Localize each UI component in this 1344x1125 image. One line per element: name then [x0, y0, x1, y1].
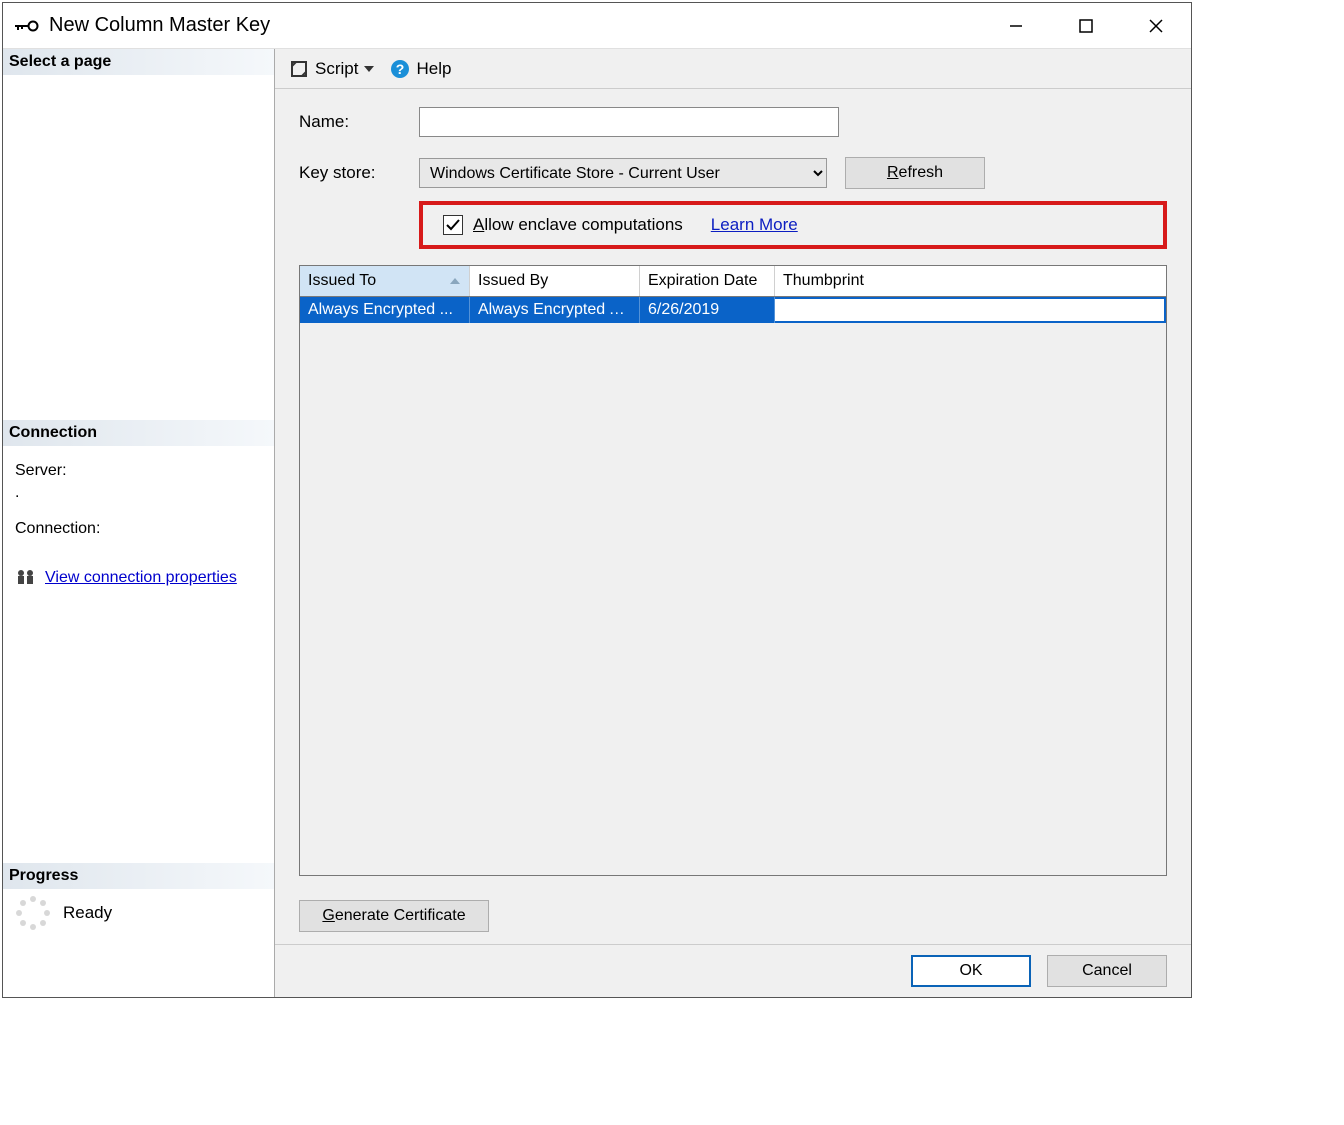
generate-certificate-button[interactable]: Generate Certificate — [299, 900, 489, 932]
ok-button[interactable]: OK — [911, 955, 1031, 987]
progress-header: Progress — [3, 863, 274, 889]
refresh-button[interactable]: Refresh — [845, 157, 985, 189]
allow-enclave-checkbox[interactable] — [443, 215, 463, 235]
grid-header: Issued To Issued By Expiration Date Thum… — [300, 266, 1166, 297]
toolbar: Script ? Help — [275, 49, 1191, 89]
cell-issued-by: Always Encrypted A... — [470, 297, 640, 323]
content-area: Select a page Connection Server: . Conne… — [3, 49, 1191, 997]
certificate-grid: Issued To Issued By Expiration Date Thum… — [299, 265, 1167, 876]
col-issued-to[interactable]: Issued To — [300, 266, 470, 296]
spinner-icon — [15, 895, 51, 931]
select-page-header: Select a page — [3, 49, 274, 75]
cell-thumbprint[interactable] — [775, 297, 1166, 323]
titlebar: New Column Master Key — [3, 3, 1191, 49]
main-body: Name: Key store: Windows Certificate Sto… — [275, 89, 1191, 944]
minimize-button[interactable] — [981, 3, 1051, 48]
server-value: . — [15, 484, 262, 502]
dialog-window: New Column Master Key Select a page Conn… — [2, 2, 1192, 998]
key-icon — [15, 19, 39, 33]
cell-issued-to: Always Encrypted ... — [300, 297, 470, 323]
script-label: Script — [315, 59, 358, 79]
script-button[interactable]: Script — [283, 57, 380, 81]
view-connection-properties-link[interactable]: View connection properties — [45, 569, 237, 587]
help-label: Help — [416, 59, 451, 79]
sort-asc-icon — [449, 275, 461, 287]
main-panel: Script ? Help Name: Key store: Windows C… — [275, 49, 1191, 997]
learn-more-link[interactable]: Learn More — [711, 215, 798, 235]
window-title: New Column Master Key — [49, 14, 270, 37]
connection-header: Connection — [3, 420, 274, 446]
grid-row[interactable]: Always Encrypted ... Always Encrypted A.… — [300, 297, 1166, 323]
sidebar: Select a page Connection Server: . Conne… — [3, 49, 275, 997]
keystore-select[interactable]: Windows Certificate Store - Current User — [419, 158, 827, 188]
connection-panel: Server: . Connection: View connection pr… — [3, 446, 274, 803]
col-issued-by[interactable]: Issued By — [470, 266, 640, 296]
keystore-label: Key store: — [299, 163, 419, 183]
server-label: Server: — [15, 462, 262, 480]
chevron-down-icon — [364, 64, 374, 74]
maximize-button[interactable] — [1051, 3, 1121, 48]
allow-enclave-label: Allow enclave computations — [473, 215, 683, 235]
close-button[interactable] — [1121, 3, 1191, 48]
cell-expiration: 6/26/2019 — [640, 297, 775, 323]
enclave-highlight: Allow enclave computations Learn More — [419, 201, 1167, 249]
col-thumbprint[interactable]: Thumbprint — [775, 266, 1166, 296]
col-expiration[interactable]: Expiration Date — [640, 266, 775, 296]
svg-text:?: ? — [396, 61, 405, 77]
help-button[interactable]: ? Help — [384, 57, 457, 81]
name-label: Name: — [299, 112, 419, 132]
footer: OK Cancel — [275, 944, 1191, 997]
cancel-button[interactable]: Cancel — [1047, 955, 1167, 987]
connection-label: Connection: — [15, 520, 262, 538]
name-input[interactable] — [419, 107, 839, 137]
progress-status: Ready — [63, 903, 112, 923]
connection-icon — [15, 568, 37, 588]
